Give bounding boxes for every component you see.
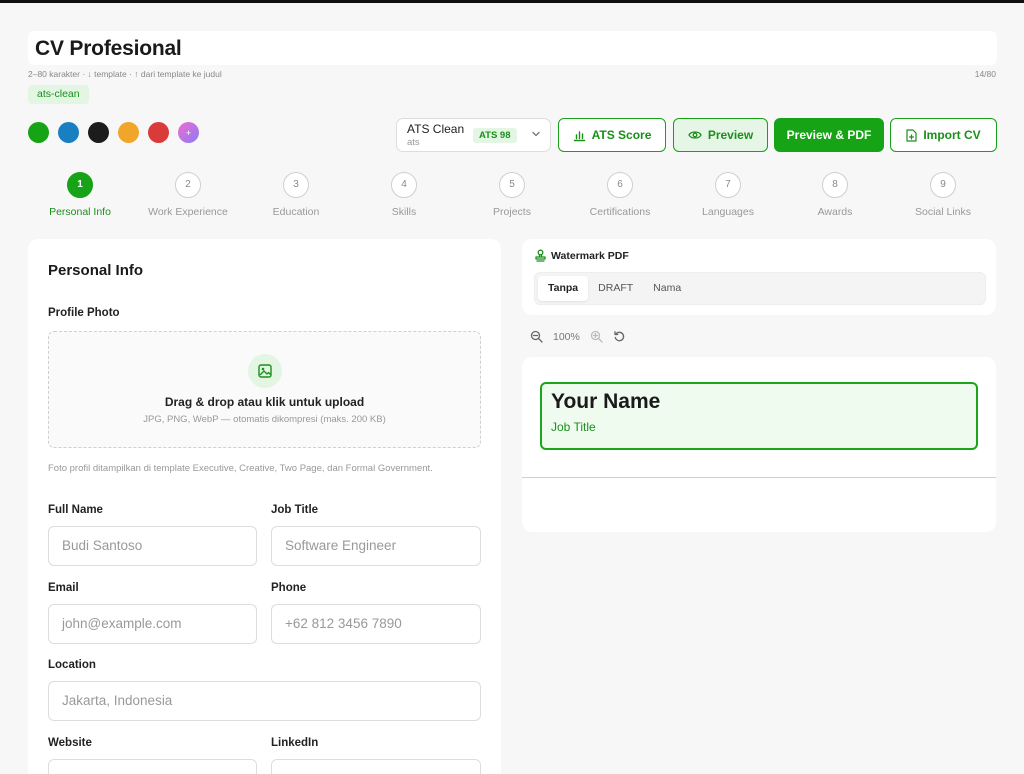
location-label: Location: [48, 659, 96, 671]
template-tag: ats-clean: [28, 85, 89, 104]
color-swatch-orange[interactable]: [118, 122, 139, 143]
website-field[interactable]: [48, 759, 257, 774]
step-education[interactable]: 3 Education: [236, 171, 356, 218]
bar-chart-icon: [573, 130, 585, 141]
job-title-field[interactable]: Software Engineer: [271, 526, 481, 566]
cv-preview-name: Your Name: [551, 390, 661, 413]
step-certifications[interactable]: 6 Certifications: [560, 171, 680, 218]
title-char-counter: 14/80: [974, 69, 996, 79]
step-number: 1: [67, 172, 93, 198]
step-label: Skills: [391, 206, 417, 218]
photo-dropzone[interactable]: Drag & drop atau klik untuk upload JPG, …: [48, 331, 481, 448]
zoom-out-icon[interactable]: [530, 330, 543, 343]
zoom-controls: 100%: [530, 330, 626, 343]
dropzone-title: Drag & drop atau klik untuk upload: [164, 395, 365, 409]
reset-zoom-icon[interactable]: [613, 330, 626, 343]
zoom-level: 100%: [553, 330, 580, 343]
template-select[interactable]: ATS Clean ats ATS 98: [396, 118, 551, 152]
step-navigation: 1 Personal Info 2 Work Experience 3 Educ…: [28, 171, 997, 221]
zoom-in-icon[interactable]: [590, 330, 603, 343]
step-number: 5: [499, 172, 525, 198]
top-border: [0, 0, 1024, 3]
panel-title: Personal Info: [48, 262, 144, 279]
step-languages[interactable]: 7 Languages: [668, 171, 788, 218]
step-number: 7: [715, 172, 741, 198]
dropzone-subtitle: JPG, PNG, WebP — otomatis dikompresi (ma…: [143, 414, 386, 425]
step-skills[interactable]: 4 Skills: [344, 171, 464, 218]
import-cv-button[interactable]: Import CV: [890, 118, 997, 152]
preview-label: Preview: [707, 128, 754, 142]
watermark-title: Watermark PDF: [551, 250, 629, 262]
watermark-tab-tanpa[interactable]: Tanpa: [538, 276, 589, 301]
full-name-label: Full Name: [48, 504, 103, 516]
website-label: Website: [48, 737, 92, 749]
ats-score-button[interactable]: ATS Score: [558, 118, 666, 152]
ats-badge: ATS 98: [473, 128, 517, 143]
step-number: 8: [822, 172, 848, 198]
watermark-panel: Watermark PDF Tanpa DRAFT Nama: [522, 239, 996, 315]
step-label: Awards: [817, 206, 853, 218]
cv-preview-job-title: Job Title: [551, 420, 596, 434]
phone-field[interactable]: +62 812 3456 7890: [271, 604, 481, 644]
preview-pdf-label: Preview & PDF: [786, 128, 872, 142]
page-divider: [522, 477, 996, 478]
plus-icon: +: [185, 127, 192, 138]
step-work-experience[interactable]: 2 Work Experience: [128, 171, 248, 218]
color-swatch-black[interactable]: [88, 122, 109, 143]
cv-preview: Your Name Job Title: [522, 357, 996, 532]
step-awards[interactable]: 8 Awards: [775, 171, 895, 218]
step-number: 2: [175, 172, 201, 198]
watermark-tab-nama[interactable]: Nama: [643, 276, 691, 301]
import-cv-label: Import CV: [923, 128, 981, 142]
step-label: Certifications: [589, 206, 651, 218]
color-swatch-red[interactable]: [148, 122, 169, 143]
title-hint: 2–80 karakter · ↓ template · ↑ dari temp…: [28, 69, 222, 79]
location-field[interactable]: Jakarta, Indonesia: [48, 681, 481, 721]
step-number: 3: [283, 172, 309, 198]
step-label: Social Links: [914, 206, 972, 218]
step-projects[interactable]: 5 Projects: [452, 171, 572, 218]
color-swatch-green[interactable]: [28, 122, 49, 143]
job-title-label: Job Title: [271, 504, 319, 516]
preview-pdf-button[interactable]: Preview & PDF: [774, 118, 884, 152]
linkedin-label: LinkedIn: [271, 737, 319, 749]
cv-title-input[interactable]: CV Profesional: [28, 31, 997, 65]
linkedin-field[interactable]: [271, 759, 481, 774]
email-field[interactable]: john@example.com: [48, 604, 257, 644]
step-personal-info[interactable]: 1 Personal Info: [20, 171, 140, 218]
full-name-field[interactable]: Budi Santoso: [48, 526, 257, 566]
step-label: Personal Info: [49, 206, 111, 218]
personal-info-panel: Personal Info Profile Photo Drag & drop …: [28, 239, 501, 774]
photo-note: Foto profil ditampilkan di template Exec…: [48, 463, 433, 474]
eye-icon: [688, 131, 702, 139]
file-plus-icon: [906, 128, 917, 142]
stamp-icon: [535, 249, 546, 262]
step-label: Languages: [702, 206, 754, 218]
profile-photo-label: Profile Photo: [48, 307, 120, 319]
watermark-tab-draft[interactable]: DRAFT: [588, 276, 643, 301]
phone-label: Phone: [271, 582, 307, 594]
chevron-down-icon: [532, 131, 540, 137]
image-icon: [248, 354, 282, 388]
step-number: 9: [930, 172, 956, 198]
color-picker: +: [28, 122, 199, 143]
step-number: 6: [607, 172, 633, 198]
email-label: Email: [48, 582, 79, 594]
cv-preview-header: Your Name Job Title: [540, 382, 978, 450]
step-label: Work Experience: [148, 206, 228, 218]
step-label: Projects: [493, 206, 531, 218]
ats-score-label: ATS Score: [591, 128, 652, 142]
step-label: Education: [272, 206, 320, 218]
watermark-tabs: Tanpa DRAFT Nama: [534, 272, 986, 305]
step-social-links[interactable]: 9 Social Links: [883, 171, 1003, 218]
step-number: 4: [391, 172, 417, 198]
color-swatch-blue[interactable]: [58, 122, 79, 143]
custom-color-button[interactable]: +: [178, 122, 199, 143]
preview-button[interactable]: Preview: [673, 118, 768, 152]
